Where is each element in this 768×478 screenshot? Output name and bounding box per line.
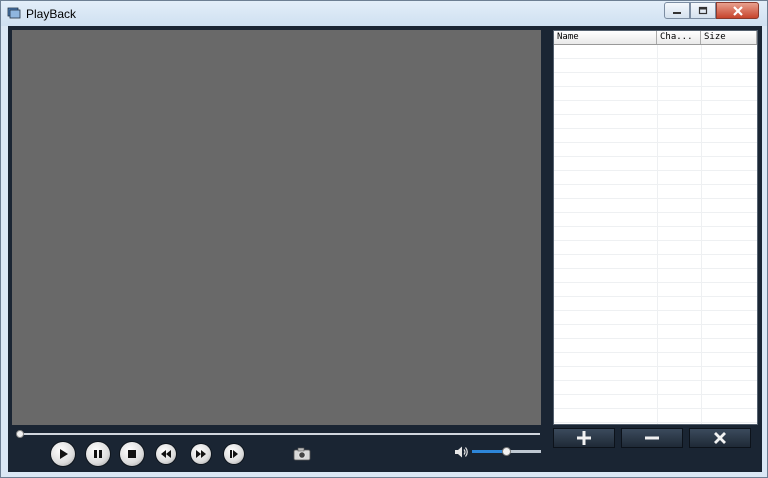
plus-icon xyxy=(577,431,591,445)
column-header-name[interactable]: Name xyxy=(554,31,657,44)
pause-icon xyxy=(94,450,102,458)
app-icon xyxy=(7,7,21,19)
rewind-button[interactable] xyxy=(156,444,176,464)
column-divider xyxy=(657,45,658,424)
volume-fill xyxy=(472,450,506,453)
seek-track[interactable] xyxy=(18,433,540,435)
column-header-channel[interactable]: Cha... xyxy=(657,31,701,44)
maximize-button[interactable] xyxy=(690,2,716,19)
play-button[interactable] xyxy=(51,442,75,466)
clear-button[interactable] xyxy=(689,428,751,448)
column-divider xyxy=(701,45,702,424)
minus-icon xyxy=(645,436,659,440)
volume-slider[interactable] xyxy=(472,446,541,456)
add-button[interactable] xyxy=(553,428,615,448)
close-icon xyxy=(732,5,743,16)
seek-thumb[interactable] xyxy=(16,430,24,438)
camera-icon[interactable] xyxy=(293,447,311,461)
x-icon xyxy=(714,432,726,444)
window-title: PlayBack xyxy=(26,7,77,21)
step-frame-icon xyxy=(230,450,238,458)
fast-forward-button[interactable] xyxy=(191,444,211,464)
volume-thumb[interactable] xyxy=(502,447,511,456)
video-display[interactable] xyxy=(12,30,541,425)
pause-button[interactable] xyxy=(86,442,110,466)
seek-bar[interactable] xyxy=(12,430,541,438)
playlist-panel[interactable]: Name Cha... Size xyxy=(553,30,758,425)
speaker-icon[interactable] xyxy=(454,445,470,459)
rewind-icon xyxy=(161,450,171,458)
remove-button[interactable] xyxy=(621,428,683,448)
stop-button[interactable] xyxy=(120,442,144,466)
play-icon xyxy=(60,449,68,459)
column-header-size[interactable]: Size xyxy=(701,31,757,44)
stop-icon xyxy=(128,450,136,458)
client-area: Name Cha... Size xyxy=(8,26,762,472)
minimize-button[interactable] xyxy=(664,2,690,19)
title-bar[interactable]: PlayBack xyxy=(1,1,767,26)
maximize-icon xyxy=(698,6,708,15)
close-button[interactable] xyxy=(716,2,759,19)
step-frame-button[interactable] xyxy=(224,444,244,464)
playlist-header: Name Cha... Size xyxy=(554,31,757,45)
minimize-icon xyxy=(673,11,681,14)
playback-window: PlayBack Name Cha... Size xyxy=(0,0,768,478)
fast-forward-icon xyxy=(196,450,206,458)
playlist-body[interactable] xyxy=(554,45,757,424)
